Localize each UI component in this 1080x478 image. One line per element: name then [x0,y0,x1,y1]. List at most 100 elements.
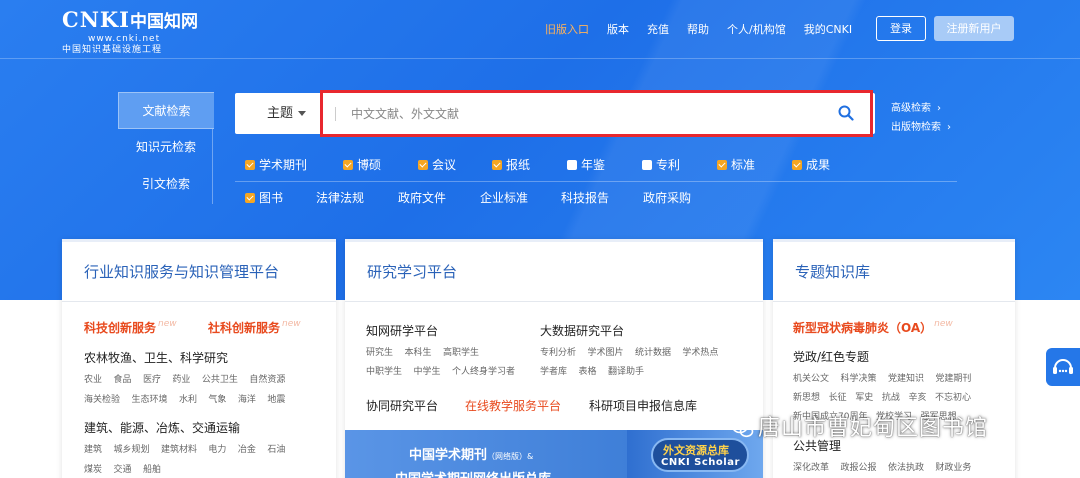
project-info-link[interactable]: 科研项目申报信息库 [589,397,697,414]
link-item[interactable]: 建筑 [84,445,102,455]
link-item[interactable]: 冶金 [238,445,256,455]
filter-theses[interactable]: 博硕 [343,156,381,173]
link-item[interactable]: 依法执政 [888,463,924,473]
link-item[interactable]: 财政业务 [935,463,971,473]
link-item[interactable]: 学者库 [540,367,567,377]
online-teaching-link[interactable]: 在线教学服务平台 [465,397,561,414]
tech-innovation-link[interactable]: 科技创新服务 new [84,317,177,336]
link-item[interactable]: 气象 [208,395,226,405]
link-item[interactable]: 医疗 [143,375,161,385]
link-item[interactable]: 建筑材料 [161,445,197,455]
link-item[interactable]: 地震 [267,395,285,405]
link-item[interactable]: 抗战 [882,393,900,403]
new-badge: new [934,319,953,329]
link-item[interactable]: 政报公报 [840,463,876,473]
section-party-red[interactable]: 党政/红色专题 [793,348,869,365]
link-item[interactable]: 研究生 [366,348,393,358]
link-item[interactable]: 军史 [855,393,873,403]
filter-books[interactable]: 图书 [245,189,283,206]
wechat-watermark: 唐山市曹妃甸区图书馆 [732,410,988,442]
link-item[interactable]: 学术热点 [682,348,718,358]
big-data-platform-link[interactable]: 大数据研究平台 [540,322,624,339]
cnki-logo[interactable]: CNKI中国知网 www.cnki.net 中国知识基础设施工程 [62,8,198,56]
link-item[interactable]: 生态环境 [131,395,167,405]
filter-achievement[interactable]: 成果 [792,156,830,173]
link-item[interactable]: 船舶 [143,465,161,475]
link-item[interactable]: 深化改革 [793,463,829,473]
link-item[interactable]: 公共卫生 [202,375,238,385]
advanced-search-link[interactable]: 高级检索 › [891,99,951,118]
link-item[interactable]: 机关公文 [793,374,829,384]
link-item[interactable]: 城乡规划 [113,445,149,455]
link-gov-docs[interactable]: 政府文件 [398,189,446,206]
institution-link[interactable]: 个人/机构馆 [727,21,786,37]
cnki-study-platform-link[interactable]: 知网研学平台 [366,322,438,339]
link-row: 机关公文 科学决策 党建知识 党建期刊 [793,371,971,384]
link-item[interactable]: 科学决策 [840,374,876,384]
link-item[interactable]: 统计数据 [635,348,671,358]
link-item[interactable]: 农业 [84,375,102,385]
collab-research-link[interactable]: 协同研究平台 [366,397,438,414]
search-scope-dropdown[interactable]: 主题 [235,93,319,134]
link-item[interactable]: 专利分析 [540,348,576,358]
filter-yearbook[interactable]: 年鉴 [567,156,605,173]
journal-platform-banner[interactable]: 中国学术期刊（网络版）& 中国学术期刊网络出版总库 外文资源总库 CNKI Sc… [345,430,763,478]
checkbox-icon [343,159,353,170]
my-cnki-link[interactable]: 我的CNKI [804,21,852,37]
link-item[interactable]: 党建知识 [888,374,924,384]
link-item[interactable]: 翻译助手 [608,367,644,377]
link-item[interactable]: 长征 [829,393,847,403]
link-enterprise-standard[interactable]: 企业标准 [480,189,528,206]
filter-patent[interactable]: 专利 [642,156,680,173]
link-item[interactable]: 自然资源 [249,375,285,385]
link-item[interactable]: 交通 [113,465,131,475]
login-button[interactable]: 登录 [876,16,926,41]
link-item[interactable]: 本科生 [404,348,431,358]
link-item[interactable]: 高职学生 [443,348,479,358]
tab-citation-search[interactable]: 引文检索 [118,166,214,203]
checkbox-icon [418,159,428,170]
link-item[interactable]: 中职学生 [366,367,402,377]
link-item[interactable]: 海洋 [238,395,256,405]
link-item[interactable]: 石油 [267,445,285,455]
link-row: 建筑 城乡规划 建筑材料 电力 冶金 石油 [84,442,285,455]
version-link[interactable]: 版本 [607,21,629,37]
tab-literature-search[interactable]: 文献检索 [118,92,214,129]
social-innovation-link[interactable]: 社科创新服务 new [208,317,301,336]
link-item[interactable]: 党建期刊 [935,374,971,384]
filter-conference[interactable]: 会议 [418,156,456,173]
logo-slogan: 中国知识基础设施工程 [62,45,163,55]
link-item[interactable]: 药业 [172,375,190,385]
link-item[interactable]: 新思想 [793,393,820,403]
link-gov-procurement[interactable]: 政府采购 [643,189,691,206]
link-item[interactable]: 电力 [208,445,226,455]
link-laws[interactable]: 法律法规 [316,189,364,206]
link-item[interactable]: 表格 [578,367,596,377]
section-construction-energy[interactable]: 建筑、能源、冶炼、交通运输 [84,419,240,436]
link-item[interactable]: 水利 [179,395,197,405]
link-tech-reports[interactable]: 科技报告 [561,189,609,206]
link-item[interactable]: 煤炭 [84,465,102,475]
link-item[interactable]: 食品 [113,375,131,385]
link-item[interactable]: 不忘初心 [935,393,971,403]
section-agri-health[interactable]: 农林牧渔、卫生、科学研究 [84,349,228,366]
search-icon[interactable] [838,105,854,121]
customer-service-button[interactable] [1046,348,1080,386]
register-button[interactable]: 注册新用户 [934,16,1014,41]
link-item[interactable]: 中学生 [413,367,440,377]
filter-journals[interactable]: 学术期刊 [245,156,307,173]
tab-knowledge-element-search[interactable]: 知识元检索 [118,129,214,166]
help-link[interactable]: 帮助 [687,21,709,37]
link-item[interactable]: 海关检验 [84,395,120,405]
filter-newspaper[interactable]: 报纸 [492,156,530,173]
link-item[interactable]: 学术图片 [587,348,623,358]
covid-oa-link[interactable]: 新型冠状病毒肺炎（OA） new [793,317,953,336]
old-version-link[interactable]: 旧版入口 [545,21,589,37]
banner-title-line2: 中国学术期刊网络出版总库 [395,468,551,478]
recharge-link[interactable]: 充值 [647,21,669,37]
link-item[interactable]: 辛亥 [908,393,926,403]
search-input[interactable] [351,101,811,127]
filter-standard[interactable]: 标准 [717,156,755,173]
publication-search-link[interactable]: 出版物检索 › [891,118,951,137]
link-item[interactable]: 个人终身学习者 [452,367,515,377]
